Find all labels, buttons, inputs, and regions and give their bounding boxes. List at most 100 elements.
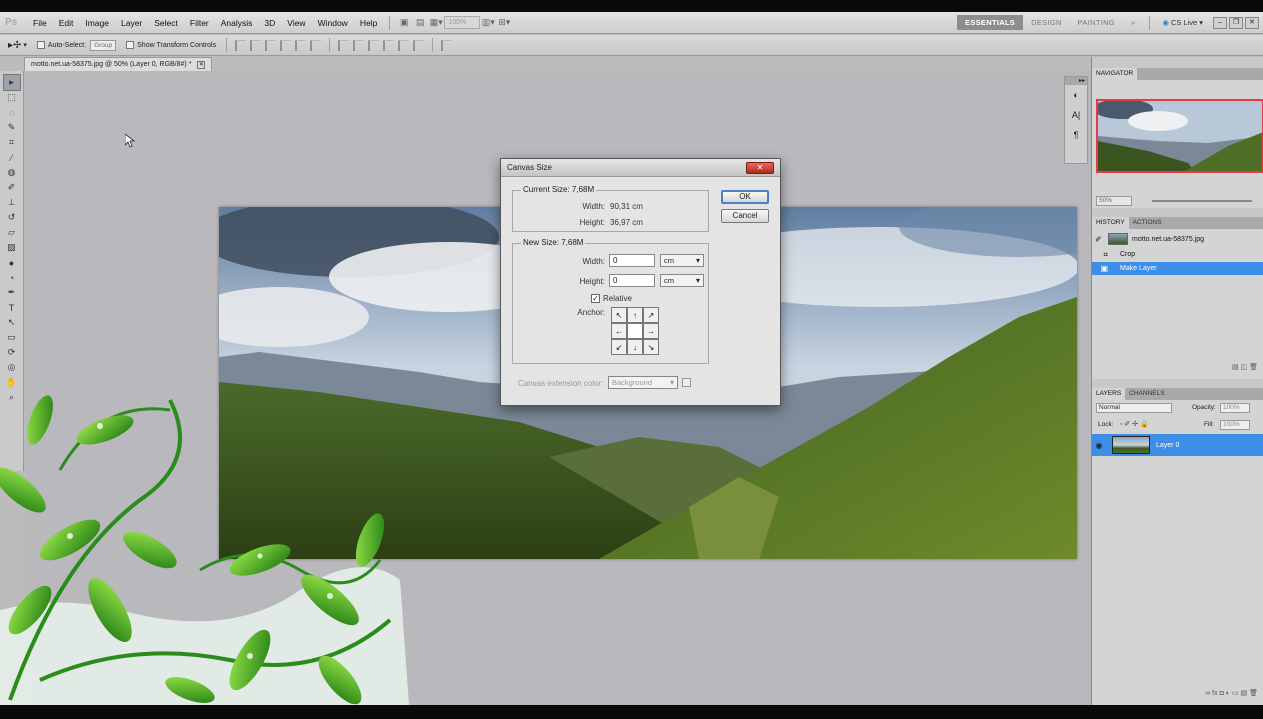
align-vcenter-icon[interactable] (250, 39, 262, 51)
trash-icon[interactable]: 🗑 (1249, 364, 1258, 371)
menu-help[interactable]: Help (354, 18, 383, 28)
anchor-bottom[interactable]: ↓ (627, 339, 643, 355)
cancel-button[interactable]: Cancel (721, 209, 769, 223)
auto-align-layers-icon[interactable] (441, 39, 453, 51)
bridge-icon[interactable]: ▣ (396, 16, 412, 30)
dialog-close-button[interactable]: ✕ (746, 162, 774, 174)
distribute-left-icon[interactable] (383, 39, 395, 51)
blend-mode-select[interactable]: Normal (1096, 403, 1172, 413)
shape-tool[interactable]: ▭ (4, 330, 20, 345)
layer-style-icon[interactable]: fx (1212, 690, 1217, 697)
character-panel-icon[interactable]: A| (1065, 105, 1087, 125)
anchor-top-right[interactable]: ↗ (643, 307, 659, 323)
distribute-top-icon[interactable] (338, 39, 350, 51)
view-extras-icon[interactable]: ▦▾ (428, 16, 444, 30)
minimize-icon[interactable]: – (1213, 16, 1227, 29)
menu-layer[interactable]: Layer (115, 18, 148, 28)
document-close-icon[interactable]: ✕ (197, 60, 206, 69)
ok-button[interactable]: OK (721, 190, 769, 204)
close-icon[interactable]: ✕ (1245, 16, 1259, 29)
layer-row[interactable]: ◉ Layer 0 (1092, 434, 1263, 456)
pen-tool[interactable]: ✒ (4, 285, 20, 300)
adjustment-layer-icon[interactable]: ◐ (1226, 690, 1230, 697)
anchor-bottom-left[interactable]: ↙ (611, 339, 627, 355)
crop-tool[interactable]: ⌗ (4, 135, 20, 150)
type-tool[interactable]: T (4, 300, 20, 315)
document-tab[interactable]: motto.net.ua-58375.jpg @ 50% (Layer 0, R… (24, 57, 213, 71)
tab-history[interactable]: HISTORY (1092, 217, 1129, 229)
new-group-icon[interactable]: ▭ (1232, 690, 1239, 697)
align-top-icon[interactable] (235, 39, 247, 51)
workspace-more-button[interactable]: » (1123, 15, 1143, 30)
new-layer-icon[interactable]: ▤ (1241, 690, 1248, 697)
height-input[interactable]: 0 (609, 274, 655, 287)
arrange-documents-icon[interactable]: ▥▾ (480, 16, 496, 30)
navigator-zoom-field[interactable]: 50% (1096, 196, 1132, 206)
dodge-tool[interactable]: ◔ (4, 270, 20, 285)
tab-layers[interactable]: LAYERS (1092, 388, 1126, 400)
anchor-left[interactable]: ← (611, 323, 627, 339)
tab-actions[interactable]: ACTIONS (1129, 217, 1166, 229)
opacity-input[interactable]: 100% (1220, 403, 1250, 413)
extension-color-swatch[interactable] (682, 378, 691, 387)
menu-analysis[interactable]: Analysis (215, 18, 259, 28)
blur-tool[interactable]: ● (4, 255, 20, 270)
distribute-vcenter-icon[interactable] (353, 39, 365, 51)
healing-brush-tool[interactable]: ◍ (4, 165, 20, 180)
width-unit-select[interactable]: cm (660, 254, 704, 267)
tab-channels[interactable]: CHANNELS (1125, 388, 1168, 400)
navigator-zoom-slider[interactable] (1152, 200, 1252, 202)
eraser-tool[interactable]: ▱ (4, 225, 20, 240)
history-brush-source-icon[interactable]: ✐ (1092, 233, 1104, 246)
paragraph-panel-icon[interactable]: ¶ (1065, 125, 1087, 145)
menu-select[interactable]: Select (148, 18, 184, 28)
new-snapshot-icon[interactable]: ◫ (1241, 364, 1248, 371)
anchor-top[interactable]: ↑ (627, 307, 643, 323)
zoom-level-field[interactable]: 100% (444, 16, 481, 29)
auto-select-dropdown[interactable]: Group (90, 39, 117, 51)
anchor-bottom-right[interactable]: ↘ (643, 339, 659, 355)
height-unit-select[interactable]: cm (660, 274, 704, 287)
workspace-essentials[interactable]: ESSENTIALS (957, 15, 1024, 30)
extension-color-select[interactable]: Background (608, 376, 678, 389)
show-transform-checkbox[interactable] (126, 41, 135, 49)
fill-input[interactable]: 100% (1220, 420, 1250, 430)
tool-preset-dropdown[interactable]: ▾ (23, 41, 27, 49)
menu-image[interactable]: Image (79, 18, 115, 28)
lock-icons[interactable]: ▫ ✐ ✢ 🔒 (1120, 420, 1149, 428)
menu-filter[interactable]: Filter (184, 18, 215, 28)
anchor-right[interactable]: → (643, 323, 659, 339)
history-item[interactable]: ⌗ Crop (1092, 248, 1263, 261)
3d-orbit-tool[interactable]: ◎ (4, 360, 20, 375)
layer-mask-icon[interactable]: ◘ (1220, 690, 1224, 697)
cs-live-menu[interactable]: ◉ CS Live ▾ (1162, 18, 1203, 27)
history-brush-tool[interactable]: ↺ (4, 210, 20, 225)
clone-stamp-tool[interactable]: ⊥ (4, 195, 20, 210)
menu-3d[interactable]: 3D (258, 18, 281, 28)
workspace-painting[interactable]: PAINTING (1070, 15, 1123, 30)
move-tool[interactable]: ▸ (2, 74, 21, 91)
auto-select-checkbox[interactable] (36, 41, 45, 49)
restore-icon[interactable]: ❐ (1229, 16, 1243, 29)
anchor-center[interactable] (627, 323, 643, 339)
delete-layer-icon[interactable]: 🗑 (1249, 690, 1258, 697)
navigator-thumbnail[interactable] (1096, 99, 1263, 173)
quick-selection-tool[interactable]: ✎ (4, 120, 20, 135)
brush-tool[interactable]: ✐ (4, 180, 20, 195)
move-tool-icon[interactable]: ▸✢ (8, 40, 21, 51)
align-left-icon[interactable] (280, 39, 292, 51)
3d-rotate-tool[interactable]: ⟳ (4, 345, 20, 360)
align-hcenter-icon[interactable] (295, 39, 307, 51)
screen-mode-icon[interactable]: ⊞▾ (496, 16, 512, 30)
history-snapshot[interactable]: ✐ motto.net.ua-58375.jpg (1092, 231, 1263, 247)
menu-file[interactable]: File (27, 18, 53, 28)
align-bottom-icon[interactable] (265, 39, 277, 51)
mini-bridge-icon[interactable]: ▤ (412, 16, 428, 30)
align-right-icon[interactable] (310, 39, 322, 51)
marquee-tool[interactable]: ⬚ (4, 90, 20, 105)
visibility-eye-icon[interactable]: ◉ (1092, 441, 1106, 450)
color-panel-icon[interactable]: ◐ (1065, 85, 1087, 105)
anchor-top-left[interactable]: ↖ (611, 307, 627, 323)
tab-navigator[interactable]: NAVIGATOR (1092, 68, 1138, 80)
path-selection-tool[interactable]: ↖ (4, 315, 20, 330)
